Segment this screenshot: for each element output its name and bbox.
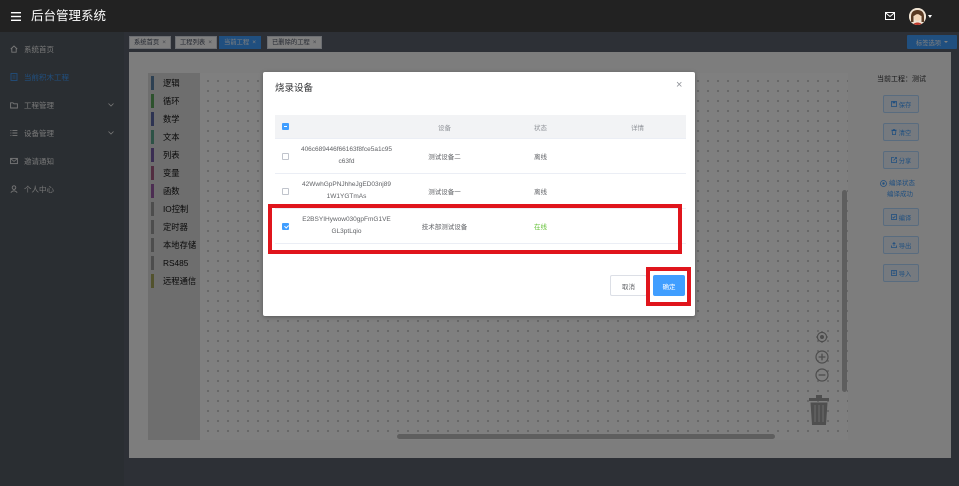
menu-toggle-icon[interactable] xyxy=(11,12,21,21)
top-header: 后台管理系统 xyxy=(0,0,959,32)
cancel-button[interactable]: 取消 xyxy=(610,275,647,296)
device-id: 406c689446f66163f8fce5a1c95c63fd xyxy=(300,146,393,165)
device-id-cell: 406c689446f66163f8fce5a1c95c63fd xyxy=(296,139,397,173)
table-row[interactable]: 406c689446f66163f8fce5a1c95c63fd 测试设备二 离… xyxy=(275,139,686,174)
app-title: 后台管理系统 xyxy=(31,9,107,23)
device-id-cell: 42WwhGpPNJhheJgED03nj891W1YGTmAs xyxy=(296,174,397,208)
highlight-box-confirm xyxy=(646,267,691,306)
highlight-box-selected-device xyxy=(268,204,682,254)
avatar[interactable] xyxy=(909,8,926,25)
row-select-cell xyxy=(275,174,296,208)
column-header-device: 设备 xyxy=(438,124,451,132)
table-header-row: 设备 状态 详情 xyxy=(275,115,686,139)
mail-icon[interactable] xyxy=(885,12,895,20)
device-status: 离线 xyxy=(534,189,547,196)
dialog-title: 烧录设备 xyxy=(275,83,314,94)
burn-device-dialog: 烧录设备 设备 状态 详情 406c689446f66163f8fce5a1c9… xyxy=(263,72,695,316)
column-header-detail: 详情 xyxy=(631,124,644,132)
row-checkbox[interactable] xyxy=(282,152,289,160)
column-header-id xyxy=(296,115,397,138)
select-all-checkbox[interactable] xyxy=(282,123,289,130)
close-icon[interactable] xyxy=(676,80,682,91)
row-select-cell xyxy=(275,139,296,173)
device-name: 测试设备二 xyxy=(428,154,461,161)
column-header-status: 状态 xyxy=(534,124,547,132)
caret-down-icon[interactable] xyxy=(928,15,932,18)
device-name: 测试设备一 xyxy=(428,189,461,196)
device-detail xyxy=(589,139,686,173)
device-id: 42WwhGpPNJhheJgED03nj891W1YGTmAs xyxy=(302,181,391,200)
row-checkbox[interactable] xyxy=(282,187,289,195)
device-detail xyxy=(589,174,686,208)
select-all-cell xyxy=(275,115,296,138)
device-status: 离线 xyxy=(534,154,547,161)
